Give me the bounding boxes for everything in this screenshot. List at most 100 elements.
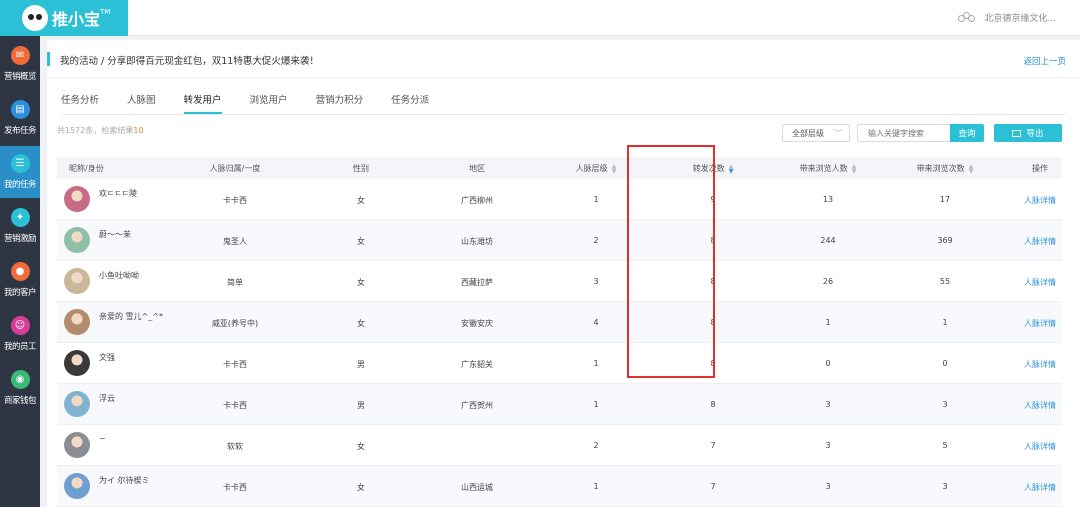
viewers-cell: 1: [825, 318, 831, 327]
app-root: 推小宝 TM 北京德京缘文化... ✉ 营销概览 ▤ 发布任务 ☰ 我的任务 ✦ 营销激励 ● 我…: [0, 0, 1080, 507]
tab[interactable]: 人脉图: [127, 92, 156, 114]
sidebar-item[interactable]: ▤ 发布任务: [0, 92, 40, 144]
level-select[interactable]: 全部层级 ﹀: [782, 124, 850, 142]
detail-link[interactable]: 人脉详情: [1024, 277, 1056, 288]
sidebar-item[interactable]: ● 我的客户: [0, 254, 40, 306]
column-label: 昵称/身份: [69, 164, 104, 173]
column-header: 操作: [1032, 163, 1048, 174]
sidebar-item-label: 我的任务: [3, 180, 37, 190]
region-cell: 山西运城: [461, 483, 493, 492]
nickname: 亲爱的 雪儿^_^*: [99, 312, 163, 321]
company-menu[interactable]: 北京德京缘文化...: [958, 11, 1056, 24]
tab[interactable]: 浏览用户: [250, 92, 288, 114]
tab[interactable]: 任务分派: [391, 92, 429, 114]
logo-text: 推小宝: [52, 10, 101, 29]
views-cell: 55: [939, 277, 951, 286]
avatar: [64, 432, 90, 458]
views-cell: 1: [942, 318, 948, 327]
table-row: 为イ 尔待楔ミ 卡卡西 女 山西运城 1 7 3 3 人脉详情: [57, 466, 1062, 507]
back-link[interactable]: 返回上一页: [1023, 55, 1066, 67]
detail-link[interactable]: 人脉详情: [1024, 236, 1056, 247]
views-cell: 3: [942, 482, 948, 491]
column-header: 带来浏览次数 ▲ ▼: [917, 163, 974, 174]
sidebar: ✉ 营销概览 ▤ 发布任务 ☰ 我的任务 ✦ 营销激励 ● 我的客户 ☺ 我的员工 ◉ 商家钱包: [0, 36, 40, 507]
viewers-cell: 26: [822, 277, 834, 286]
export-button[interactable]: 导出: [994, 124, 1062, 142]
gender-cell: 女: [357, 442, 365, 451]
query-button[interactable]: 查询: [950, 124, 984, 142]
column-label: 带来浏览人数: [799, 164, 848, 173]
detail-link[interactable]: 人脉详情: [1024, 482, 1056, 493]
column-label: 带来浏览次数: [916, 164, 965, 173]
viewers-cell: 3: [825, 441, 831, 450]
breadcrumb: 我的活动 / 分享即得百元现金红包，双11特惠大促火爆来袭！: [60, 56, 319, 67]
sidebar-item-label: 商家钱包: [3, 396, 37, 406]
logo[interactable]: 推小宝 TM: [0, 0, 128, 36]
export-icon: [1012, 129, 1022, 137]
owner-cell: 威亚(养号中): [211, 319, 259, 328]
sidebar-item-label: 发布任务: [3, 126, 37, 136]
mascot-icon: [22, 5, 48, 31]
nickname: 文强: [99, 353, 115, 362]
views-cell: 17: [939, 195, 951, 204]
level-cell: 2: [593, 441, 599, 450]
region-cell: 广西贺州: [461, 401, 493, 410]
region-cell: 广西柳州: [461, 196, 493, 205]
detail-link[interactable]: 人脉详情: [1024, 359, 1056, 370]
column-header: 带来浏览人数 ▲ ▼: [800, 163, 857, 174]
sidebar-item[interactable]: ☰ 我的任务: [0, 146, 40, 198]
level-cell: 1: [593, 195, 599, 204]
owner-cell: 简单: [227, 278, 243, 287]
forwards-cell: 8: [710, 400, 716, 409]
column-header: 昵称/身份: [69, 163, 104, 174]
forwards-cell: 7: [710, 441, 716, 450]
search-input[interactable]: [857, 124, 951, 142]
detail-link[interactable]: 人脉详情: [1024, 400, 1056, 411]
tab[interactable]: 转发用户: [183, 92, 222, 114]
region-cell: 广东韶关: [461, 360, 493, 369]
region-cell: 西藏拉萨: [461, 278, 493, 287]
sort-icon[interactable]: ▲ ▼: [969, 163, 974, 174]
header-bar: 我的活动 / 分享即得百元现金红包，双11特惠大促火爆来袭！ 返回上一页: [47, 40, 1080, 78]
sort-icon[interactable]: ▲ ▼: [852, 163, 857, 174]
tab[interactable]: 任务分析: [61, 92, 99, 114]
detail-link[interactable]: 人脉详情: [1024, 318, 1056, 329]
sidebar-item[interactable]: ✦ 营销激励: [0, 200, 40, 252]
gender-cell: 女: [357, 483, 365, 492]
result-count: 10: [133, 126, 144, 135]
sidebar-icon: ☰: [10, 154, 30, 173]
sidebar-icon: ✦: [10, 208, 30, 227]
viewers-cell: 0: [825, 359, 831, 368]
sort-icon[interactable]: ▲ ▼: [729, 163, 734, 174]
level-cell: 1: [593, 400, 599, 409]
table-row: 文强 卡卡西 男 广东韶关 1 8 0 0 人脉详情: [57, 343, 1062, 384]
sidebar-item[interactable]: ✉ 营销概览: [0, 38, 40, 90]
detail-link[interactable]: 人脉详情: [1024, 441, 1056, 452]
table-row: ~ 软软 女 2 7 3 5 人脉详情: [57, 425, 1062, 466]
sidebar-item-label: 营销概览: [3, 72, 37, 82]
tab[interactable]: 营销力积分: [316, 92, 364, 114]
column-label: 转发次数: [692, 164, 725, 173]
table-row: 亲爱的 雪儿^_^* 威亚(养号中) 女 安徽安庆 4 8 1 1 人脉详情: [57, 302, 1062, 343]
views-cell: 5: [942, 441, 948, 450]
gender-cell: 女: [357, 278, 365, 287]
detail-link[interactable]: 人脉详情: [1024, 195, 1056, 206]
column-label: 人脉层级: [575, 164, 608, 173]
sort-icon[interactable]: ▲ ▼: [612, 163, 617, 174]
sidebar-item[interactable]: ◉ 商家钱包: [0, 362, 40, 414]
gender-cell: 男: [357, 401, 365, 410]
viewers-cell: 3: [825, 482, 831, 491]
result-summary: 共1572条，检索结果10: [57, 125, 144, 136]
region-cell: 山东潍坊: [461, 237, 493, 246]
gender-cell: 女: [357, 237, 365, 246]
column-label: 性别: [353, 164, 369, 173]
viewers-cell: 13: [822, 195, 834, 204]
column-label: 操作: [1032, 164, 1048, 173]
sidebar-item-label: 我的客户: [3, 288, 37, 298]
forwards-cell: 8: [710, 359, 716, 368]
avatar: [64, 309, 90, 335]
level-cell: 3: [593, 277, 599, 286]
sidebar-item-label: 营销激励: [3, 234, 37, 244]
sidebar-item[interactable]: ☺ 我的员工: [0, 308, 40, 360]
views-cell: 0: [942, 359, 948, 368]
